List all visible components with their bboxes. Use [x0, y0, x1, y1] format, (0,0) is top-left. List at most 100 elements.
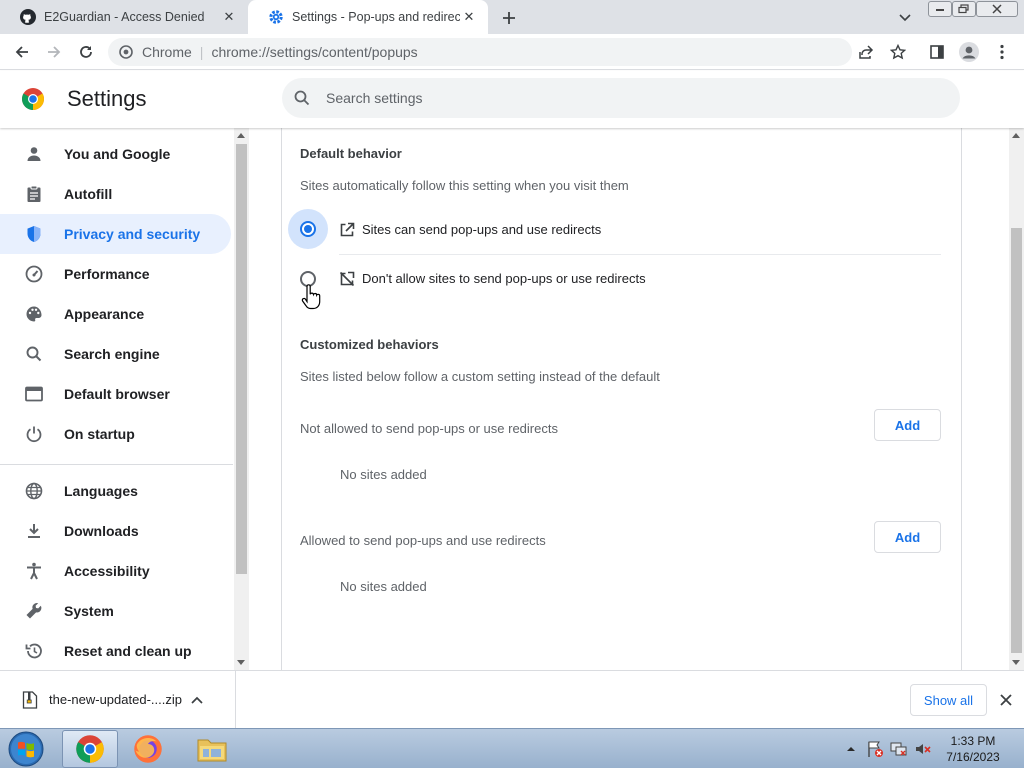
sidebar-item-appearance[interactable]: Appearance: [0, 294, 231, 334]
tab-settings[interactable]: Settings - Pop-ups and redirects ✕: [248, 0, 488, 34]
scrollbar-thumb[interactable]: [236, 144, 247, 574]
sidebar-item-label: Default browser: [64, 386, 170, 402]
forward-button[interactable]: [42, 40, 66, 64]
tab-title: E2Guardian - Access Denied: [44, 10, 205, 24]
tab-title: Settings - Pop-ups and redirects: [292, 10, 460, 24]
taskbar-chrome-button[interactable]: [62, 730, 118, 768]
shield-icon: [24, 224, 44, 244]
globe-icon: [24, 481, 44, 501]
download-shelf: the-new-updated-....zip Show all: [0, 670, 1024, 728]
sidebar-item-system[interactable]: System: [0, 591, 231, 631]
sidebar-item-accessibility[interactable]: Accessibility: [0, 551, 231, 591]
show-hidden-icons-icon[interactable]: [842, 740, 860, 758]
clock-time: 1:33 PM: [950, 734, 996, 748]
back-button[interactable]: [10, 40, 34, 64]
search-icon: [292, 88, 312, 108]
scroll-up-arrow[interactable]: [1012, 133, 1020, 138]
option-block-label[interactable]: Don't allow sites to send pop-ups or use…: [362, 271, 646, 286]
sidebar-item-you-and-google[interactable]: You and Google: [0, 134, 231, 174]
sidebar-scrollbar[interactable]: [234, 128, 249, 670]
sidebar-item-downloads[interactable]: Downloads: [0, 511, 231, 551]
search-icon: [24, 344, 44, 364]
sidebar-item-default-browser[interactable]: Default browser: [0, 374, 231, 414]
person-icon: [24, 144, 44, 164]
bookmark-button[interactable]: [886, 40, 910, 64]
windows-taskbar: 1:33 PM 7/16/2023: [0, 728, 1024, 768]
sidebar-item-autofill[interactable]: Autofill: [0, 174, 231, 214]
restore-window-button[interactable]: [952, 1, 976, 17]
browser-window-icon: [24, 384, 44, 404]
network-icon[interactable]: [890, 740, 908, 758]
plus-icon: [503, 12, 515, 24]
radio-allow-popups[interactable]: [300, 221, 316, 237]
sidebar-item-privacy-and-security[interactable]: Privacy and security: [0, 214, 231, 254]
side-panel-icon: [930, 45, 944, 59]
clipboard-icon: [24, 184, 44, 204]
taskbar-clock[interactable]: 1:33 PM 7/16/2023: [934, 733, 1012, 765]
share-button[interactable]: [854, 40, 878, 64]
option-divider: [339, 254, 941, 255]
zip-file-icon: [20, 690, 40, 710]
add-allowed-site-button[interactable]: Add: [874, 521, 941, 553]
chevron-up-icon[interactable]: [189, 692, 205, 708]
default-behavior-heading: Default behavior: [300, 146, 402, 161]
sidebar-item-on-startup[interactable]: On startup: [0, 414, 231, 454]
close-tab-icon[interactable]: ✕: [460, 8, 478, 26]
windows-start-button[interactable]: [6, 730, 46, 768]
address-bar[interactable]: Chrome | chrome://settings/content/popup…: [108, 38, 852, 66]
show-all-downloads-button[interactable]: Show all: [910, 684, 987, 716]
url-text[interactable]: chrome://settings/content/popups: [211, 44, 417, 60]
chrome-site-icon: [118, 44, 134, 60]
scroll-down-arrow[interactable]: [1012, 660, 1020, 665]
chevron-down-icon: [899, 14, 911, 22]
close-tab-icon[interactable]: ✕: [220, 8, 238, 26]
add-blocked-site-button[interactable]: Add: [874, 409, 941, 441]
sidebar-item-label: Languages: [64, 483, 138, 499]
tab-e2guardian[interactable]: E2Guardian - Access Denied ✕: [0, 0, 248, 34]
content-scrollbar[interactable]: [1009, 128, 1024, 670]
minimize-window-button[interactable]: [928, 1, 952, 17]
download-item[interactable]: the-new-updated-....zip: [0, 671, 236, 728]
arrow-left-icon: [15, 46, 28, 58]
not-allowed-empty-text: No sites added: [340, 467, 427, 482]
reload-button[interactable]: [74, 40, 98, 64]
sidebar-item-search-engine[interactable]: Search engine: [0, 334, 231, 374]
accessibility-icon: [24, 561, 44, 581]
sidebar-item-label: Performance: [64, 266, 150, 282]
download-icon: [24, 521, 44, 541]
search-input[interactable]: [326, 90, 906, 106]
sidebar-item-languages[interactable]: Languages: [0, 471, 231, 511]
chrome-logo-icon: [76, 735, 104, 763]
volume-muted-icon[interactable]: [914, 740, 932, 758]
option-allow-label[interactable]: Sites can send pop-ups and use redirects: [362, 222, 601, 237]
sidebar-item-label: Search engine: [64, 346, 160, 362]
settings-search-box[interactable]: [282, 78, 960, 118]
settings-header: Settings: [0, 71, 1024, 128]
avatar-icon: [959, 42, 979, 62]
tab-strip: E2Guardian - Access Denied ✕ Settings - …: [0, 0, 1024, 34]
chrome-logo-icon: [21, 87, 45, 111]
windows-logo-icon: [8, 731, 44, 767]
taskbar-file-explorer-button[interactable]: [184, 730, 240, 768]
chrome-menu-button[interactable]: [990, 40, 1014, 64]
taskbar-firefox-button[interactable]: [120, 730, 176, 768]
sidebar-item-label: Appearance: [64, 306, 145, 322]
side-panel-button[interactable]: [925, 40, 949, 64]
close-download-shelf-icon[interactable]: [996, 690, 1016, 710]
scroll-down-arrow[interactable]: [237, 660, 245, 665]
sidebar-item-reset-and-clean-up[interactable]: Reset and clean up: [0, 631, 231, 670]
palette-icon: [24, 304, 44, 324]
site-chip: Chrome: [142, 44, 192, 60]
tab-search-button[interactable]: [894, 8, 916, 28]
wrench-icon: [24, 601, 44, 621]
sidebar-item-performance[interactable]: Performance: [0, 254, 231, 294]
profile-button[interactable]: [957, 40, 981, 64]
scrollbar-thumb[interactable]: [1011, 228, 1022, 653]
scroll-up-arrow[interactable]: [237, 133, 245, 138]
sidebar-item-label: On startup: [64, 426, 135, 442]
action-center-flag-icon[interactable]: [866, 740, 884, 758]
new-tab-button[interactable]: [498, 7, 520, 29]
close-window-button[interactable]: [976, 1, 1018, 17]
folder-icon: [197, 739, 227, 762]
popup-blocked-icon: [338, 270, 356, 288]
